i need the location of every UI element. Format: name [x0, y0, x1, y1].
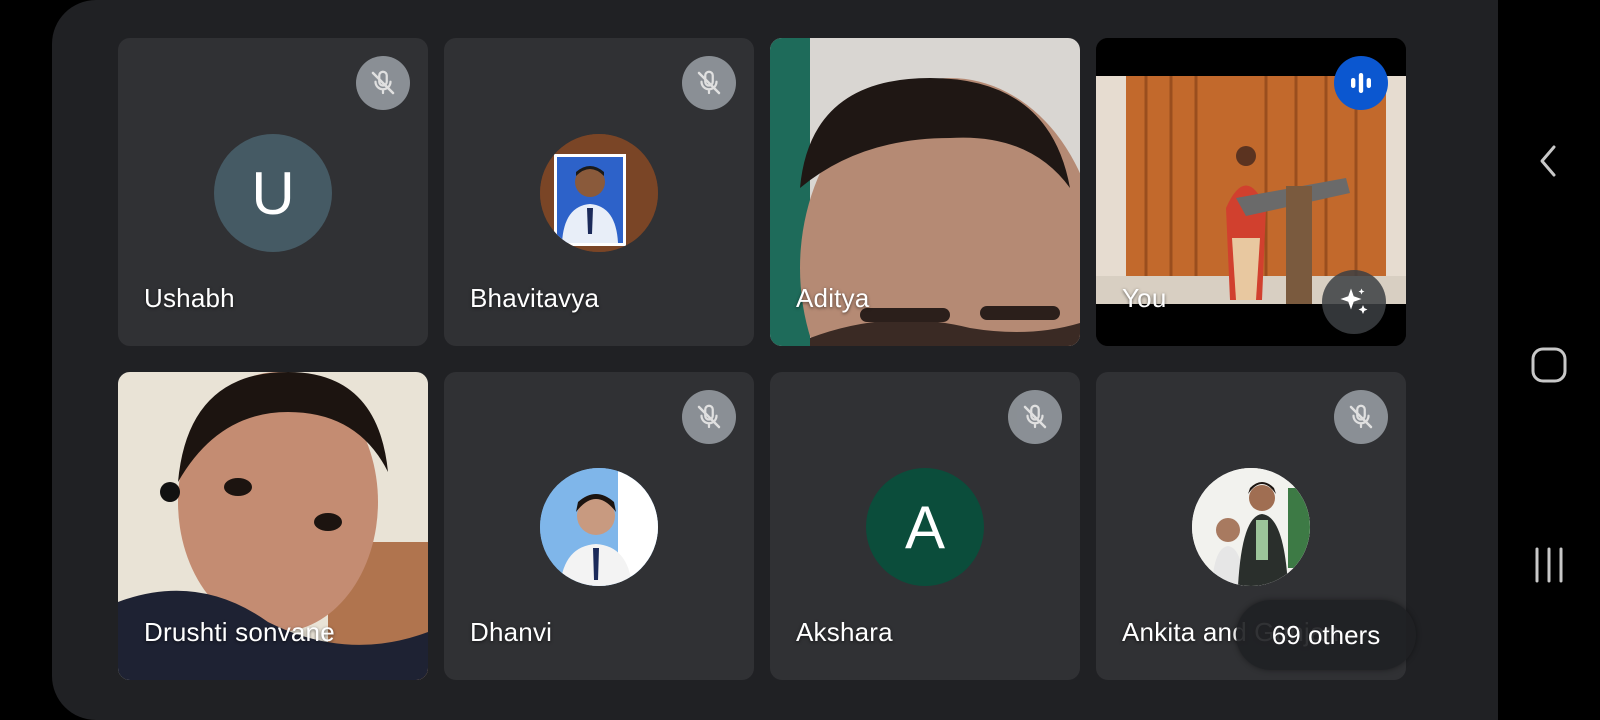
participant-name: You — [1122, 283, 1167, 313]
profile-photo — [540, 468, 658, 586]
participant-name: Dhanvi — [470, 617, 553, 647]
participant-name: Akshara — [796, 617, 893, 647]
profile-photo — [540, 134, 658, 252]
mic-off-icon — [682, 56, 736, 110]
participant-tile-aditya[interactable]: Aditya — [770, 38, 1080, 346]
avatar-letter: A — [904, 493, 946, 561]
audio-bars-icon — [1334, 56, 1388, 110]
participant-name: Bhavitavya — [470, 283, 600, 313]
participant-tile-bhavitavya[interactable]: Bhavitavya — [444, 38, 754, 346]
participant-tile-you[interactable]: You — [1096, 38, 1406, 346]
rounded-square-icon[interactable] — [1524, 340, 1574, 390]
participant-name: Aditya — [796, 283, 870, 313]
sparkle-icon[interactable] — [1322, 270, 1386, 334]
others-label: 69 others — [1271, 619, 1381, 650]
mic-off-icon — [682, 390, 736, 444]
participant-name: Drushti sonvane — [144, 617, 335, 647]
chevron-left-icon[interactable] — [1524, 136, 1574, 186]
others-count-pill[interactable]: 69 others — [1236, 600, 1416, 670]
avatar-letter: U — [251, 159, 295, 227]
mic-off-icon — [356, 56, 410, 110]
mic-off-icon — [1334, 390, 1388, 444]
avatar: A — [866, 468, 984, 586]
avatar: U — [214, 134, 332, 252]
participant-name: Ushabh — [144, 283, 235, 313]
participant-tile-dhanvi[interactable]: Dhanvi — [444, 372, 754, 680]
participant-tile-ushabh[interactable]: U Ushabh — [118, 38, 428, 346]
profile-photo — [1192, 468, 1310, 586]
three-bars-icon[interactable] — [1524, 540, 1574, 590]
mic-off-icon — [1008, 390, 1062, 444]
participant-tile-drushti-sonvane[interactable]: Drushti sonvane — [118, 372, 428, 680]
participant-tile-akshara[interactable]: A Akshara — [770, 372, 1080, 680]
